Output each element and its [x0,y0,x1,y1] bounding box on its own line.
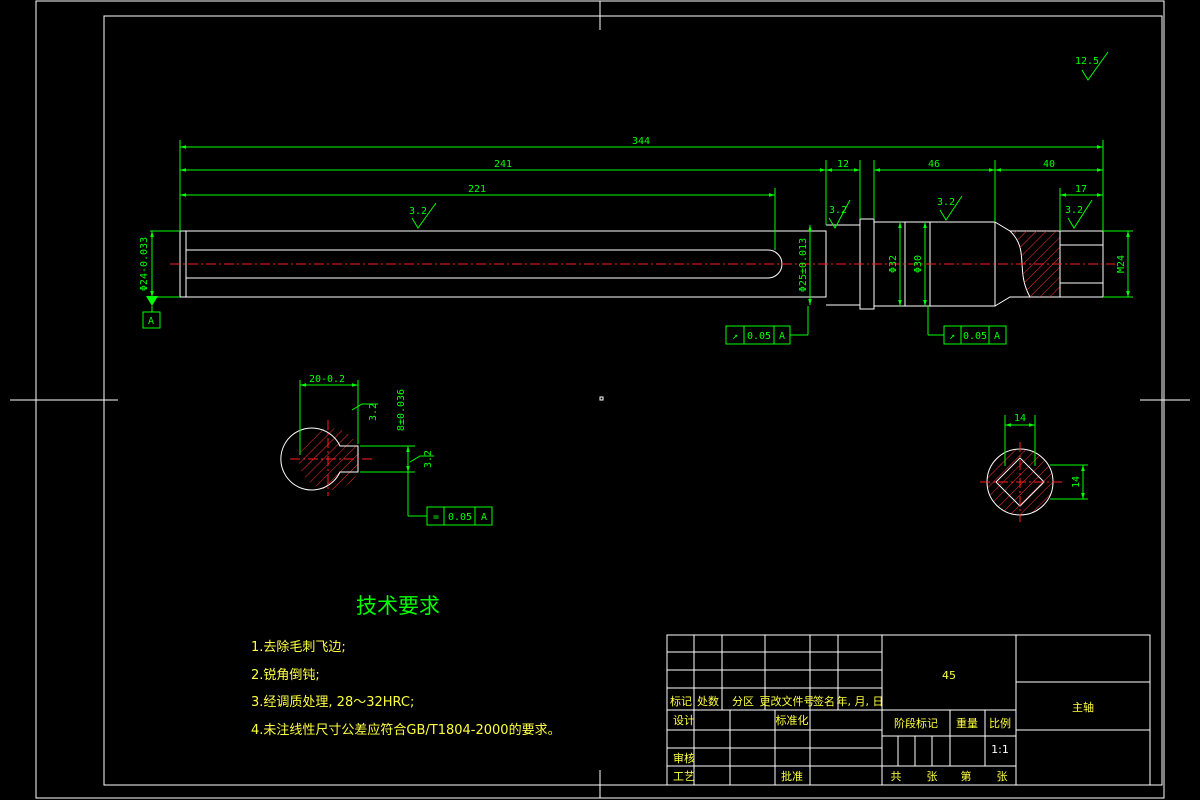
note-item-3: 3.经调质处理, 28～32HRC; [251,695,414,710]
roughness-section-b: 3.2 [423,450,434,468]
label-ratio: 比例 [989,716,1011,730]
center-mark [599,396,604,401]
label-stage: 阶段标记 [894,716,938,730]
header-mark: 标记 [670,694,692,708]
roughness-section-a: 3.2 [368,403,379,421]
dim-dia-30: Φ30 [913,255,924,273]
section-keyway: 20-0.2 8±0.036 3.2 3.2 = 0.05 A [280,374,493,526]
tolerance-frame-2: ↗ 0.05 A [927,306,1007,345]
title-block: 45 主轴 1:1 标记 处数 分区 更改文件号 签名 年, 月, 日 设计 标… [666,634,1151,786]
dim-40: 40 [1043,159,1055,170]
technical-requirements: 技术要求 1.去除毛刺飞边; 2.锐角倒钝; 3.经调质处理, 28～32HRC… [251,594,561,738]
dim-dia-24: Φ24-0.033 [139,237,150,291]
dim-section2-width: 14 [1014,413,1026,424]
roughness-general: 12.5 [1075,56,1099,67]
tol-value-3: 0.05 [448,512,472,523]
header-zone: 分区 [732,695,754,708]
label-review: 审核 [673,751,695,765]
dim-section1-width: 20-0.2 [309,374,345,385]
tol-symbol-2: ↗ [949,331,955,342]
dim-section2-height: 14 [1071,476,1082,488]
roughness-shoulder: 3.2 [829,205,847,216]
part-name: 主轴 [1072,700,1094,714]
dim-17: 17 [1075,184,1087,195]
header-date: 年, 月, 日 [837,694,884,708]
header-docno: 更改文件号 [760,694,815,708]
notes-title: 技术要求 [356,594,440,618]
tol-datum-2: A [994,331,1000,342]
label-nth: 第 [961,769,972,783]
diameter-dimensions: Φ24-0.033 A Φ25±0.013 Φ32 Φ30 M24 [139,222,1133,329]
tol-value-1: 0.05 [747,331,771,342]
tol-value-2: 0.05 [963,331,987,342]
label-total: 共 [891,770,902,783]
tol-datum-1: A [779,331,785,342]
dim-dia-25: Φ25±0.013 [798,238,809,292]
datum-a: A [148,316,154,327]
dim-46: 46 [928,159,940,170]
header-sign: 签名 [813,694,835,708]
section-square: 14 14 [980,413,1088,522]
label-design: 设计 [673,714,695,727]
dim-section1-key: 8±0.036 [396,389,407,431]
horizontal-dimensions: 344 241 221 12 46 40 17 [179,136,1104,250]
note-item-4: 4.未注线性尺寸公差应符合GB/T1804-2000的要求。 [251,722,561,738]
note-item-2: 2.锐角倒钝; [251,668,320,683]
dim-221: 221 [468,184,486,195]
dim-overall: 344 [632,136,650,147]
dim-m24: M24 [1116,255,1127,273]
label-approve: 批准 [781,769,803,783]
tol-symbol-3: = [433,512,439,523]
label-sheets: 张 [927,770,938,783]
scale-value: 1:1 [991,743,1009,756]
shaft-main-view [170,218,1115,310]
dim-dia-32: Φ32 [888,255,899,273]
roughness-journal: 3.2 [937,197,955,208]
label-process: 工艺 [673,770,695,783]
tol-symbol-1: ↗ [732,331,738,342]
engineering-drawing: 344 241 221 12 46 40 17 Φ24-0.033 A Φ25±… [10,0,1190,799]
label-weight: 重量 [956,716,978,730]
tolerance-frame-1: ↗ 0.05 A [725,306,809,345]
header-count: 处数 [697,695,719,708]
roughness-symbols: 12.5 3.2 3.2 3.2 3.2 [409,51,1109,230]
dim-241: 241 [494,159,512,170]
roughness-shaft: 3.2 [409,206,427,217]
tol-datum-3: A [481,512,487,523]
roughness-thread: 3.2 [1065,205,1083,216]
note-item-1: 1.去除毛刺飞边; [251,640,346,655]
label-standard: 标准化 [776,713,809,727]
label-sheet: 张 [997,770,1008,783]
material: 45 [942,669,956,682]
dim-12: 12 [837,159,849,170]
